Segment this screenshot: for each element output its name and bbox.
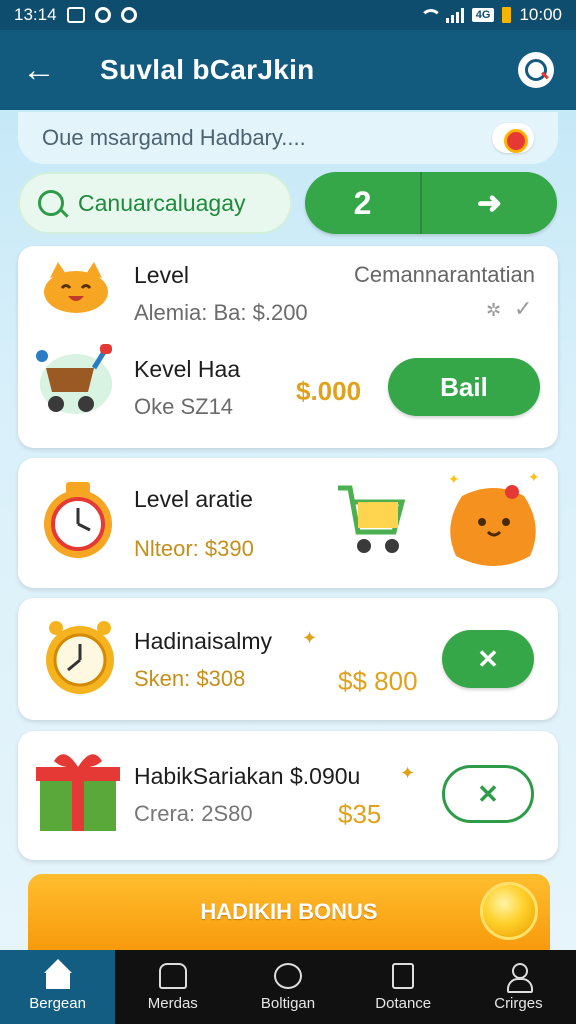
chip-search-icon <box>38 190 64 216</box>
user-icon <box>504 962 534 993</box>
chip-label: Canuarcaluagay <box>78 189 246 216</box>
count-value: 2 <box>353 184 372 221</box>
arrow-right-icon[interactable]: ➜ <box>422 186 557 221</box>
message-icon <box>66 7 85 23</box>
home-icon <box>43 958 72 989</box>
nav-label: Boltigan <box>260 994 316 1012</box>
document-icon <box>392 962 415 989</box>
search-icon[interactable] <box>518 52 554 88</box>
cart-icon <box>36 344 112 414</box>
card-subtitle: Nlteor: $390 <box>134 536 254 561</box>
alarm-clock-icon <box>44 482 112 558</box>
gift-box-icon <box>36 754 120 831</box>
svg-text:✦: ✦ <box>528 469 540 485</box>
shuffle-icon[interactable]: ✲ <box>486 300 501 321</box>
settings-icon <box>120 7 137 23</box>
reward-card-4[interactable]: HabikSariakan $.090u ✦ Crera: 2S80 $35 ✕ <box>18 731 558 860</box>
sparkle-icon: ✦ <box>302 628 318 648</box>
battery-icon <box>502 7 512 23</box>
back-arrow-icon[interactable]: ← <box>22 53 62 87</box>
claim-button[interactable]: ✕ <box>442 630 534 688</box>
card-title: HabikSariakan $.090u <box>134 763 361 789</box>
sync-icon <box>94 7 111 23</box>
claim-button[interactable]: ✕ <box>442 765 534 823</box>
search-placeholder: Oue msargamd Hadbary.... <box>42 125 306 150</box>
card-subtitle: Alemia: Ba: $.200 <box>134 300 308 325</box>
nav-item-document[interactable]: Dotance <box>346 950 461 1024</box>
page-title: Suvlal bCarJkin <box>100 54 315 85</box>
coin-icon <box>480 882 538 940</box>
bonus-button[interactable]: HADIKIH BONUS <box>28 874 550 950</box>
item-subtitle: Oke SZ14 <box>134 394 234 419</box>
category-filter-chip[interactable]: Canuarcaluagay <box>18 172 292 234</box>
nav-item-menu[interactable]: Merdas <box>115 950 230 1024</box>
bottom-nav: Bergean Merdas Boltigan Dotance Crirges <box>0 950 576 1024</box>
item-price: $.000 <box>296 376 362 406</box>
nav-item-bolt[interactable]: Boltigan <box>230 950 345 1024</box>
card-title: Hadinaisalmy <box>134 628 273 654</box>
check-icon[interactable]: ✓ <box>514 296 532 322</box>
nav-label: Merdas <box>147 994 198 1012</box>
nav-item-home[interactable]: Bergean <box>0 950 116 1024</box>
reward-card-3[interactable]: Hadinaisalmy ✦ Sken: $308 $$ 800 ✕ <box>18 598 558 720</box>
app-bar: ← Suvlal bCarJkin <box>0 30 576 110</box>
sparkle-icon: ✦ <box>400 763 416 783</box>
buy-button[interactable]: Bail <box>388 358 540 416</box>
search-input[interactable]: Oue msargamd Hadbary.... <box>18 112 558 164</box>
bonus-label: HADIKIH BONUS <box>200 899 378 924</box>
svg-text:✦: ✦ <box>448 471 460 487</box>
status-clock: 10:00 <box>519 5 562 24</box>
wifi-icon <box>418 7 442 23</box>
card-title: Level <box>134 262 189 288</box>
money-bag-icon: ✦ ✦ <box>448 469 540 566</box>
nav-label: Bergean <box>29 994 86 1012</box>
item-price: $$ 800 <box>338 666 418 696</box>
card-title: Level aratie <box>134 486 253 512</box>
network-badge: 4G <box>471 8 495 22</box>
stopwatch-icon <box>46 621 114 694</box>
reward-card-1[interactable]: Level Cemannarantatian Alemia: Ba: $.200… <box>18 246 558 448</box>
flag-icon[interactable] <box>492 123 534 153</box>
bolt-icon <box>274 962 302 989</box>
count-pill[interactable]: 2 ➜ <box>305 172 557 234</box>
item-title: Kevel Haa <box>134 356 241 382</box>
nav-item-user[interactable]: Crirges <box>461 950 576 1024</box>
item-price: $35 <box>338 799 382 829</box>
status-bar: 13:14 4G 10:00 <box>0 0 576 30</box>
card-subtitle: Sken: $308 <box>134 666 246 691</box>
nav-label: Dotance <box>375 994 432 1012</box>
shopping-cart-icon <box>338 485 406 553</box>
reward-card-2[interactable]: Level aratie Nlteor: $390 ✦ ✦ <box>18 458 558 588</box>
nav-label: Crirges <box>494 994 543 1012</box>
status-time: 13:14 <box>14 5 57 24</box>
cat-face-icon <box>44 262 108 313</box>
menu-icon <box>158 962 187 989</box>
signal-icon <box>445 7 464 23</box>
card-right-label: Cemannarantatian <box>354 262 536 287</box>
card-subtitle: Crera: 2S80 <box>134 801 253 826</box>
